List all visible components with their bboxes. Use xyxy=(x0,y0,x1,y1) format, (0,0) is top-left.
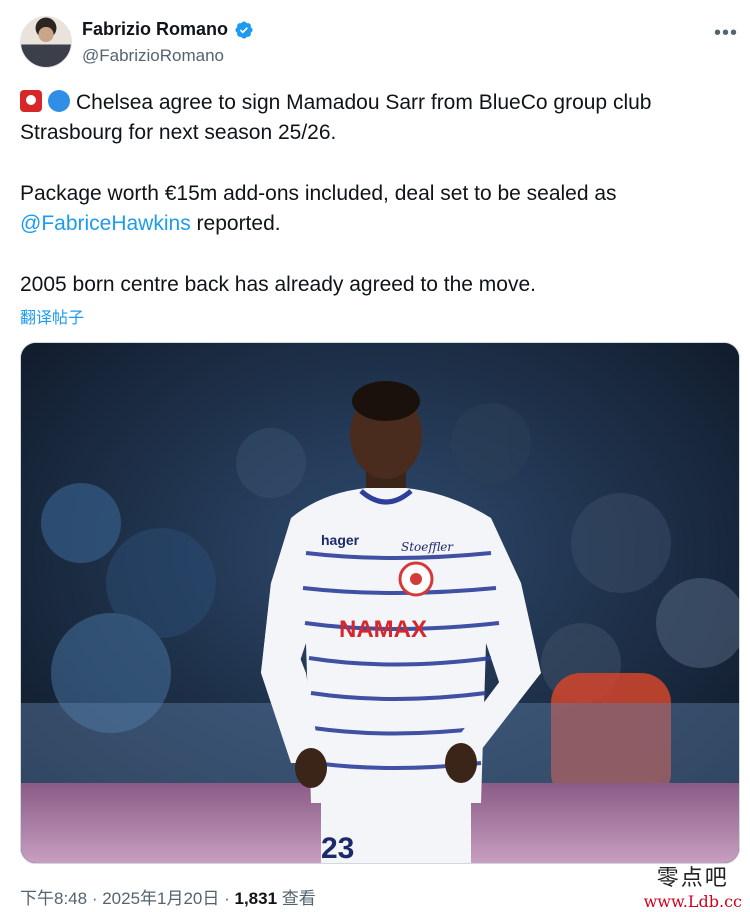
tweet-time[interactable]: 下午8:48 xyxy=(20,889,87,908)
jersey-brand-text: hager xyxy=(321,532,360,548)
meta-separator: · xyxy=(87,889,103,908)
more-options-icon[interactable]: ••• xyxy=(714,22,738,45)
jersey-kit-text: Stoeffler xyxy=(401,540,454,554)
author-handle[interactable]: @FabrizioRomano xyxy=(82,46,224,66)
tweet-line-1: Chelsea agree to sign Mamadou Sarr from … xyxy=(20,91,652,144)
translate-post-link[interactable]: 翻译帖子 xyxy=(20,304,84,328)
views-count[interactable]: 1,831 xyxy=(235,889,278,908)
tweet-paragraph-1: Chelsea agree to sign Mamadou Sarr from … xyxy=(20,88,720,148)
blue-circle-icon xyxy=(48,90,70,112)
verified-badge-icon xyxy=(235,20,253,39)
tweet-paragraph-3: 2005 born centre back has already agreed… xyxy=(20,273,536,296)
watermark-title: 零点吧 xyxy=(656,866,729,891)
mention-link[interactable]: @FabriceHawkins xyxy=(20,212,191,235)
tweet-meta: 下午8:48 · 2025年1月20日 · 1,831 查看 xyxy=(20,884,316,909)
tweet-line-2-after: reported. xyxy=(190,212,281,235)
tweet-media-photo[interactable]: hager Stoeffler NAMAX 23 xyxy=(20,342,740,864)
siren-icon xyxy=(20,90,42,112)
player-photo: hager Stoeffler NAMAX 23 xyxy=(21,343,739,864)
tweet-body: Chelsea agree to sign Mamadou Sarr from … xyxy=(20,88,720,300)
views-label: 查看 xyxy=(277,889,316,908)
watermark-url: www.Ldb.cc xyxy=(643,892,742,911)
tweet-paragraph-2: Package worth €15m add-ons included, dea… xyxy=(20,179,720,239)
avatar[interactable] xyxy=(20,16,72,68)
author-name-row: Fabrizio Romano xyxy=(82,19,254,40)
tweet-date[interactable]: 2025年1月20日 xyxy=(102,889,219,908)
tweet-line-2-before: Package worth €15m add-ons included, dea… xyxy=(20,182,617,205)
jersey-sponsor-text: NAMAX xyxy=(339,616,427,643)
author-display-name[interactable]: Fabrizio Romano xyxy=(82,19,228,40)
tweet-header: Fabrizio Romano @FabrizioRomano ••• xyxy=(20,16,740,72)
meta-separator: · xyxy=(219,889,235,908)
jersey-number-text: 23 xyxy=(321,832,354,864)
site-watermark: 零点吧 www.Ldb.cc xyxy=(644,860,742,911)
